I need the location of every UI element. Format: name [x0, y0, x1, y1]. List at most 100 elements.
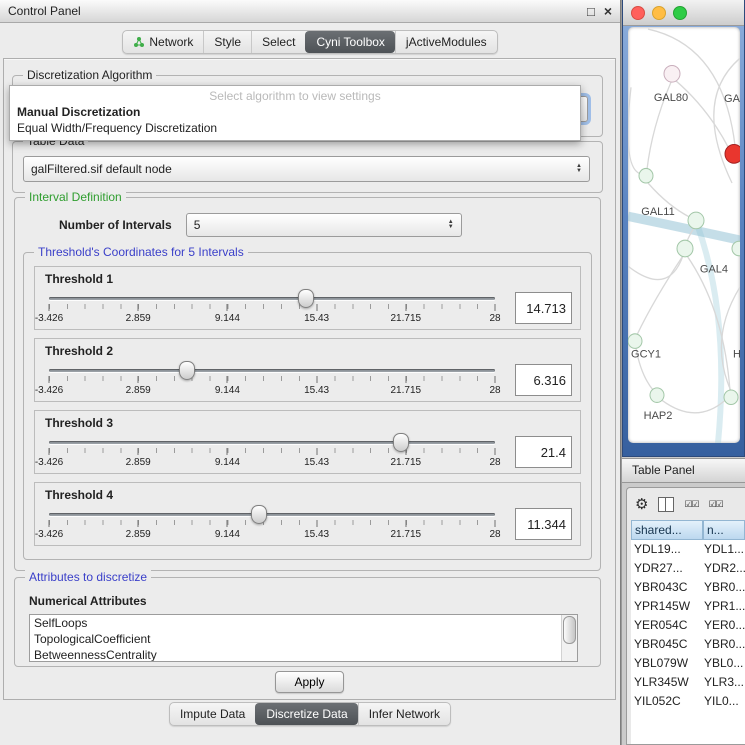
slider-major-tick	[405, 520, 406, 527]
slider-major-tick	[49, 304, 50, 311]
close-window-button[interactable]: ×	[604, 5, 612, 18]
table-rows: YDL19...YDL1...YDR27...YDR2...YBR043CYBR…	[631, 540, 745, 711]
slider-thumb[interactable]	[251, 505, 267, 524]
columns-icon[interactable]	[658, 497, 674, 512]
apply-row: Apply	[4, 671, 615, 693]
list-item[interactable]: BetweennessCentrality	[30, 647, 577, 662]
slider-major-tick	[227, 376, 228, 383]
slider-track	[49, 513, 495, 516]
node-label: GAL80	[654, 92, 688, 104]
node-label: GA	[724, 93, 740, 105]
combo-arrows-icon: ▲▼	[569, 164, 589, 174]
network-node[interactable]	[724, 390, 738, 405]
threshold-slider[interactable]: -3.4262.8599.14415.4321.71528	[43, 360, 501, 400]
table-row[interactable]: YBR043CYBR0...	[631, 578, 745, 597]
threshold-value-field[interactable]: 14.713	[515, 292, 572, 324]
table-row[interactable]: YER054CYER0...	[631, 616, 745, 635]
zoom-traffic-light[interactable]	[673, 6, 687, 20]
network-node[interactable]	[628, 334, 642, 349]
numerical-attributes-list[interactable]: SelfLoopsTopologicalCoefficientBetweenne…	[29, 614, 578, 662]
number-of-intervals-combobox[interactable]: 5 ▲▼	[186, 213, 462, 237]
slider-major-tick	[138, 448, 139, 455]
threshold-slider[interactable]: -3.4262.8599.14415.4321.71528	[43, 432, 501, 472]
list-scrollbar[interactable]	[561, 615, 577, 661]
slider-inner: -3.4262.8599.14415.4321.71528	[49, 288, 495, 328]
slider-scale-labels: -3.4262.8599.14415.4321.71528	[49, 529, 495, 541]
column-header[interactable]: n...	[703, 520, 745, 540]
dropdown-item-equal-width-frequency[interactable]: Equal Width/Frequency Discretization	[10, 120, 580, 136]
slider-tick-label: 28	[489, 313, 500, 324]
list-item[interactable]: SelfLoops	[30, 615, 577, 631]
combo-arrows-icon: ▲▼	[441, 220, 461, 230]
slider-tick-label: 28	[489, 529, 500, 540]
table-cell: YDL19...	[631, 540, 701, 559]
network-node[interactable]	[639, 168, 653, 183]
table-row[interactable]: YIL052CYIL0...	[631, 692, 745, 711]
network-node[interactable]	[650, 388, 664, 403]
table-row[interactable]: YDR27...YDR2...	[631, 559, 745, 578]
tab-jactivemodules[interactable]: jActiveModules	[395, 31, 497, 53]
slider-thumb[interactable]	[179, 361, 195, 380]
table-row[interactable]: YLR345WYLR3...	[631, 673, 745, 692]
threshold-value-field[interactable]: 21.4	[515, 436, 572, 468]
table-row[interactable]: YPR145WYPR1...	[631, 597, 745, 616]
slider-tick-label: 15.43	[304, 529, 329, 540]
minimize-traffic-light[interactable]	[652, 6, 666, 20]
table-row[interactable]: YBL079WYBL0...	[631, 654, 745, 673]
control-panel-window: Control Panel □ × NetworkStyleSelectCyni…	[0, 0, 621, 745]
dropdown-placeholder-item[interactable]: Select algorithm to view settings	[10, 86, 580, 104]
threshold-label: Threshold 2	[45, 344, 572, 358]
slider-thumb[interactable]	[298, 289, 314, 308]
thresholds-group: Threshold's Coordinates for 5 Intervals …	[23, 252, 592, 560]
float-window-button[interactable]: □	[587, 5, 595, 18]
number-of-intervals-value: 5	[187, 218, 441, 232]
slider-major-tick	[495, 304, 496, 311]
slider-scale-labels: -3.4262.8599.14415.4321.71528	[49, 457, 495, 469]
select-rows-icon[interactable]: ☑☑	[709, 500, 723, 509]
threshold-label: Threshold 4	[45, 488, 572, 502]
table-row[interactable]: YBR045CYBR0...	[631, 635, 745, 654]
network-node[interactable]	[688, 212, 704, 229]
tab-select[interactable]: Select	[251, 31, 305, 53]
table-header-row: shared...n...	[631, 520, 745, 540]
close-traffic-light[interactable]	[631, 6, 645, 20]
node-label: GAL4	[700, 263, 728, 275]
slider-thumb[interactable]	[393, 433, 409, 452]
threshold-slider[interactable]: -3.4262.8599.14415.4321.71528	[43, 288, 501, 328]
select-columns-icon[interactable]: ☑☑	[684, 500, 698, 509]
column-header[interactable]: shared...	[631, 520, 703, 540]
scrollbar-thumb[interactable]	[563, 616, 576, 644]
slider-major-tick	[495, 376, 496, 383]
attributes-items: SelfLoopsTopologicalCoefficientBetweenne…	[30, 615, 577, 662]
bottom-tab-bar: Impute DataDiscretize DataInfer Network	[0, 702, 620, 726]
gear-icon[interactable]: ⚙	[635, 497, 648, 512]
table-data-combobox[interactable]: galFiltered.sif default node ▲▼	[23, 156, 590, 182]
slider-ticks	[49, 448, 495, 453]
threshold-value-field[interactable]: 6.316	[515, 364, 572, 396]
network-graph: GAL80GAGAL11GAL4GCY1HHAP2	[628, 27, 740, 443]
network-edge	[648, 29, 735, 145]
table-cell: YIL052C	[631, 692, 701, 711]
threshold-slider[interactable]: -3.4262.8599.14415.4321.71528	[43, 504, 501, 544]
network-node[interactable]	[664, 65, 680, 82]
slider-major-tick	[316, 304, 317, 311]
tab-discretize-data[interactable]: Discretize Data	[255, 703, 357, 725]
list-item[interactable]: TopologicalCoefficient	[30, 631, 577, 647]
tab-network[interactable]: Network	[123, 31, 203, 53]
slider-inner: -3.4262.8599.14415.4321.71528	[49, 360, 495, 400]
apply-button[interactable]: Apply	[275, 671, 343, 693]
slider-major-tick	[49, 520, 50, 527]
table-row[interactable]: YDL19...YDL1...	[631, 540, 745, 559]
network-node[interactable]	[725, 145, 740, 164]
network-node[interactable]	[677, 240, 693, 257]
table-panel-title: Table Panel	[632, 463, 695, 477]
threshold-panel: Threshold 2 -3.4262.8599.14415.4321.71528…	[34, 338, 581, 402]
tab-segment: Impute DataDiscretize DataInfer Network	[169, 702, 451, 726]
tab-infer-network[interactable]: Infer Network	[358, 703, 450, 725]
tab-impute-data[interactable]: Impute Data	[170, 703, 255, 725]
dropdown-item-manual-discretization[interactable]: Manual Discretization	[10, 104, 580, 120]
threshold-value-field[interactable]: 11.344	[515, 508, 572, 540]
tab-style[interactable]: Style	[203, 31, 251, 53]
tab-cyni-toolbox[interactable]: Cyni Toolbox	[305, 31, 394, 53]
network-canvas[interactable]: GAL80GAGAL11GAL4GCY1HHAP2	[628, 27, 740, 443]
